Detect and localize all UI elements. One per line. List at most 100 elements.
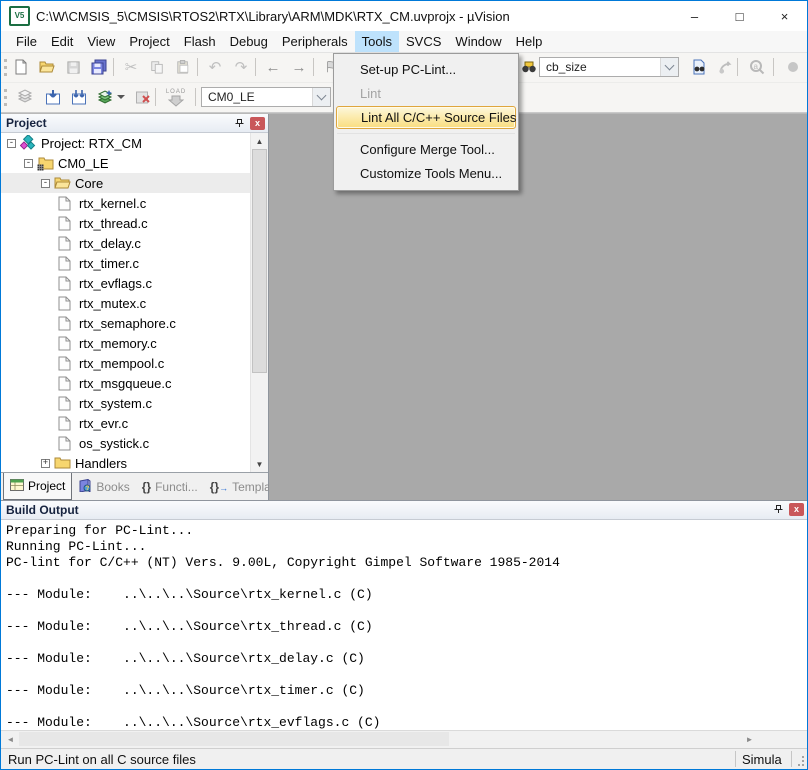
search-combobox-dropdown-button[interactable] [660,58,678,76]
breakpoint-button[interactable] [781,56,805,78]
tree-item-label: rtx_mutex.c [79,296,146,311]
tree-item-project-rtx-cm[interactable]: - Project: RTX_CM [1,133,252,153]
scroll-right-button[interactable]: ► [741,731,758,747]
close-button[interactable]: × [762,1,807,31]
menu-item-lint-all-c-c-source-files[interactable]: Lint All C/C++ Source Files [336,106,516,129]
toolbar-separator [313,58,314,76]
auto-hide-pin-button[interactable] [771,503,785,517]
title-bar[interactable]: V5 C:\W\CMSIS_5\CMSIS\RTOS2\RTX\Library\… [1,1,807,31]
tree-item-rtx-mutex-c[interactable]: rtx_mutex.c [1,293,252,313]
svg-text:?: ? [86,486,90,492]
menu-file[interactable]: File [9,31,44,52]
tree-item-label: Project: RTX_CM [41,136,142,151]
paste-button[interactable] [171,56,195,78]
batch-build-button[interactable] [93,86,117,108]
toolbar-grip[interactable] [4,89,10,106]
save-all-button[interactable] [87,56,111,78]
tree-item-rtx-semaphore-c[interactable]: rtx_semaphore.c [1,313,252,333]
find-in-files-button[interactable] [687,56,711,78]
search-magnifier-button[interactable]: a [745,56,769,78]
build-output-close-button[interactable]: x [789,503,804,516]
cut-button[interactable]: ✂ [119,56,143,78]
translate-button[interactable] [13,86,37,108]
tree-item-rtx-system-c[interactable]: rtx_system.c [1,393,252,413]
maximize-button[interactable]: □ [717,1,762,31]
menu-window[interactable]: Window [448,31,508,52]
menu-view[interactable]: View [80,31,122,52]
navigate-forward-button[interactable]: → [287,56,311,78]
tree-item-rtx-evflags-c[interactable]: rtx_evflags.c [1,273,252,293]
menu-edit[interactable]: Edit [44,31,80,52]
copy-button[interactable] [145,56,169,78]
binoculars-button[interactable] [517,56,541,78]
menu-tools[interactable]: Tools [355,31,399,52]
build-output-line: --- Module: ..\..\..\Source\rtx_delay.c … [6,651,802,667]
menu-item-customize-tools-menu[interactable]: Customize Tools Menu... [334,162,518,186]
menu-peripherals[interactable]: Peripherals [275,31,355,52]
save-button[interactable] [61,56,85,78]
scroll-up-button[interactable]: ▲ [251,133,268,149]
scrollbar-thumb[interactable] [252,149,267,373]
tree-item-rtx-delay-c[interactable]: rtx_delay.c [1,233,252,253]
collapse-expander-icon[interactable]: - [7,139,16,148]
build-output-hscrollbar[interactable]: ◄ ► [1,730,807,748]
tree-item-rtx-mempool-c[interactable]: rtx_mempool.c [1,353,252,373]
expand-expander-icon[interactable]: + [41,459,50,468]
minimize-button[interactable]: – [672,1,717,31]
tree-item-rtx-memory-c[interactable]: rtx_memory.c [1,333,252,353]
auto-hide-pin-button[interactable] [232,116,246,130]
rebuild-button[interactable] [67,86,91,108]
tree-item-os-systick-c[interactable]: os_systick.c [1,433,252,453]
tree-item-rtx-thread-c[interactable]: rtx_thread.c [1,213,252,233]
menu-item-configure-merge-tool[interactable]: Configure Merge Tool... [334,138,518,162]
menu-project[interactable]: Project [122,31,176,52]
project-tree-scrollbar[interactable]: ▲ ▼ [250,133,268,472]
scroll-left-button[interactable]: ◄ [2,731,19,747]
tree-item-cm0-le[interactable]: -CM0_LE [1,153,252,173]
new-file-button[interactable] [9,56,33,78]
chevron-down-icon [317,91,327,101]
tree-item-core[interactable]: -Core [1,173,252,193]
tree-item-rtx-kernel-c[interactable]: rtx_kernel.c [1,193,252,213]
collapse-expander-icon[interactable]: - [41,179,50,188]
download-button[interactable]: LOAD [161,85,191,110]
undo-button[interactable]: ↶ [203,56,227,78]
navigate-back-button[interactable]: ← [261,56,285,78]
tree-item-handlers[interactable]: + Handlers [1,453,252,472]
close-icon: x [255,119,260,128]
menu-item-lint[interactable]: Lint [334,82,518,106]
menu-svcs[interactable]: SVCS [399,31,448,52]
menu-help[interactable]: Help [509,31,550,52]
menu-item-set-up-pc-lint[interactable]: Set-up PC-Lint... [334,58,518,82]
menu-flash[interactable]: Flash [177,31,223,52]
redo-button[interactable]: ↷ [229,56,253,78]
target-combobox-dropdown-button[interactable] [312,88,330,106]
menu-debug[interactable]: Debug [223,31,275,52]
build-output-line: --- Module: ..\..\..\Source\rtx_timer.c … [6,683,802,699]
scroll-down-button[interactable]: ▼ [251,456,268,472]
tree-item-rtx-msgqueue-c[interactable]: rtx_msgqueue.c [1,373,252,393]
batch-build-dropdown-button[interactable] [115,86,127,108]
collapse-expander-icon[interactable]: - [24,159,33,168]
tab-label: Functi... [155,480,198,494]
maximize-icon: □ [736,9,744,24]
resize-grip[interactable] [792,750,806,768]
tree-item-rtx-timer-c[interactable]: rtx_timer.c [1,253,252,273]
tree-item-label: Handlers [75,456,127,471]
build-button[interactable] [41,86,65,108]
tab-project[interactable]: Project [3,473,72,500]
stop-build-button[interactable] [131,86,155,108]
open-file-button[interactable] [35,56,59,78]
target-combobox[interactable]: CM0_LE [201,87,331,107]
menu-bar: FileEditViewProjectFlashDebugPeripherals… [1,31,807,53]
tab-functi[interactable]: {}Functi... [136,473,204,500]
search-combobox[interactable]: cb_size [539,57,679,77]
tree-item-rtx-evr-c[interactable]: rtx_evr.c [1,413,252,433]
tab-books[interactable]: ?Books [72,473,135,500]
scrollbar-thumb[interactable] [19,732,449,746]
toolbar-separator [737,58,738,76]
project-panel-close-button[interactable]: x [250,117,265,130]
build-output-content[interactable]: Preparing for PC-Lint...Running PC-Lint.… [1,520,807,730]
find-next-button[interactable] [713,56,737,78]
tree-item-label: rtx_mempool.c [79,356,164,371]
